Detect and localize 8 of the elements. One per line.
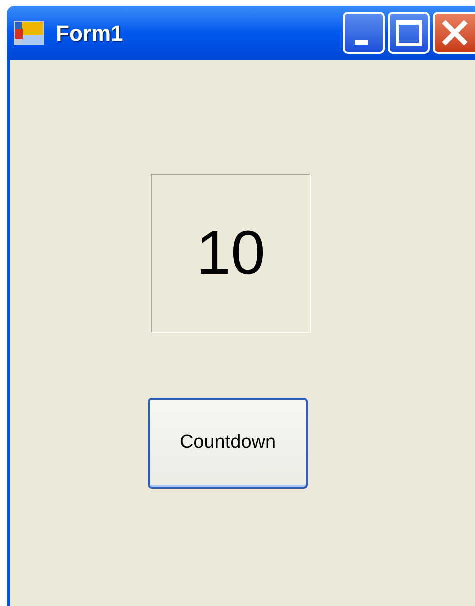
close-icon: [440, 18, 470, 48]
close-button[interactable]: [433, 12, 475, 54]
countdown-button[interactable]: Countdown: [148, 398, 308, 489]
maximize-button[interactable]: [388, 12, 430, 54]
counter-label: 10: [151, 174, 311, 333]
app-icon: [12, 19, 46, 47]
window-title: Form1: [56, 20, 124, 48]
minimize-button[interactable]: [343, 12, 385, 54]
